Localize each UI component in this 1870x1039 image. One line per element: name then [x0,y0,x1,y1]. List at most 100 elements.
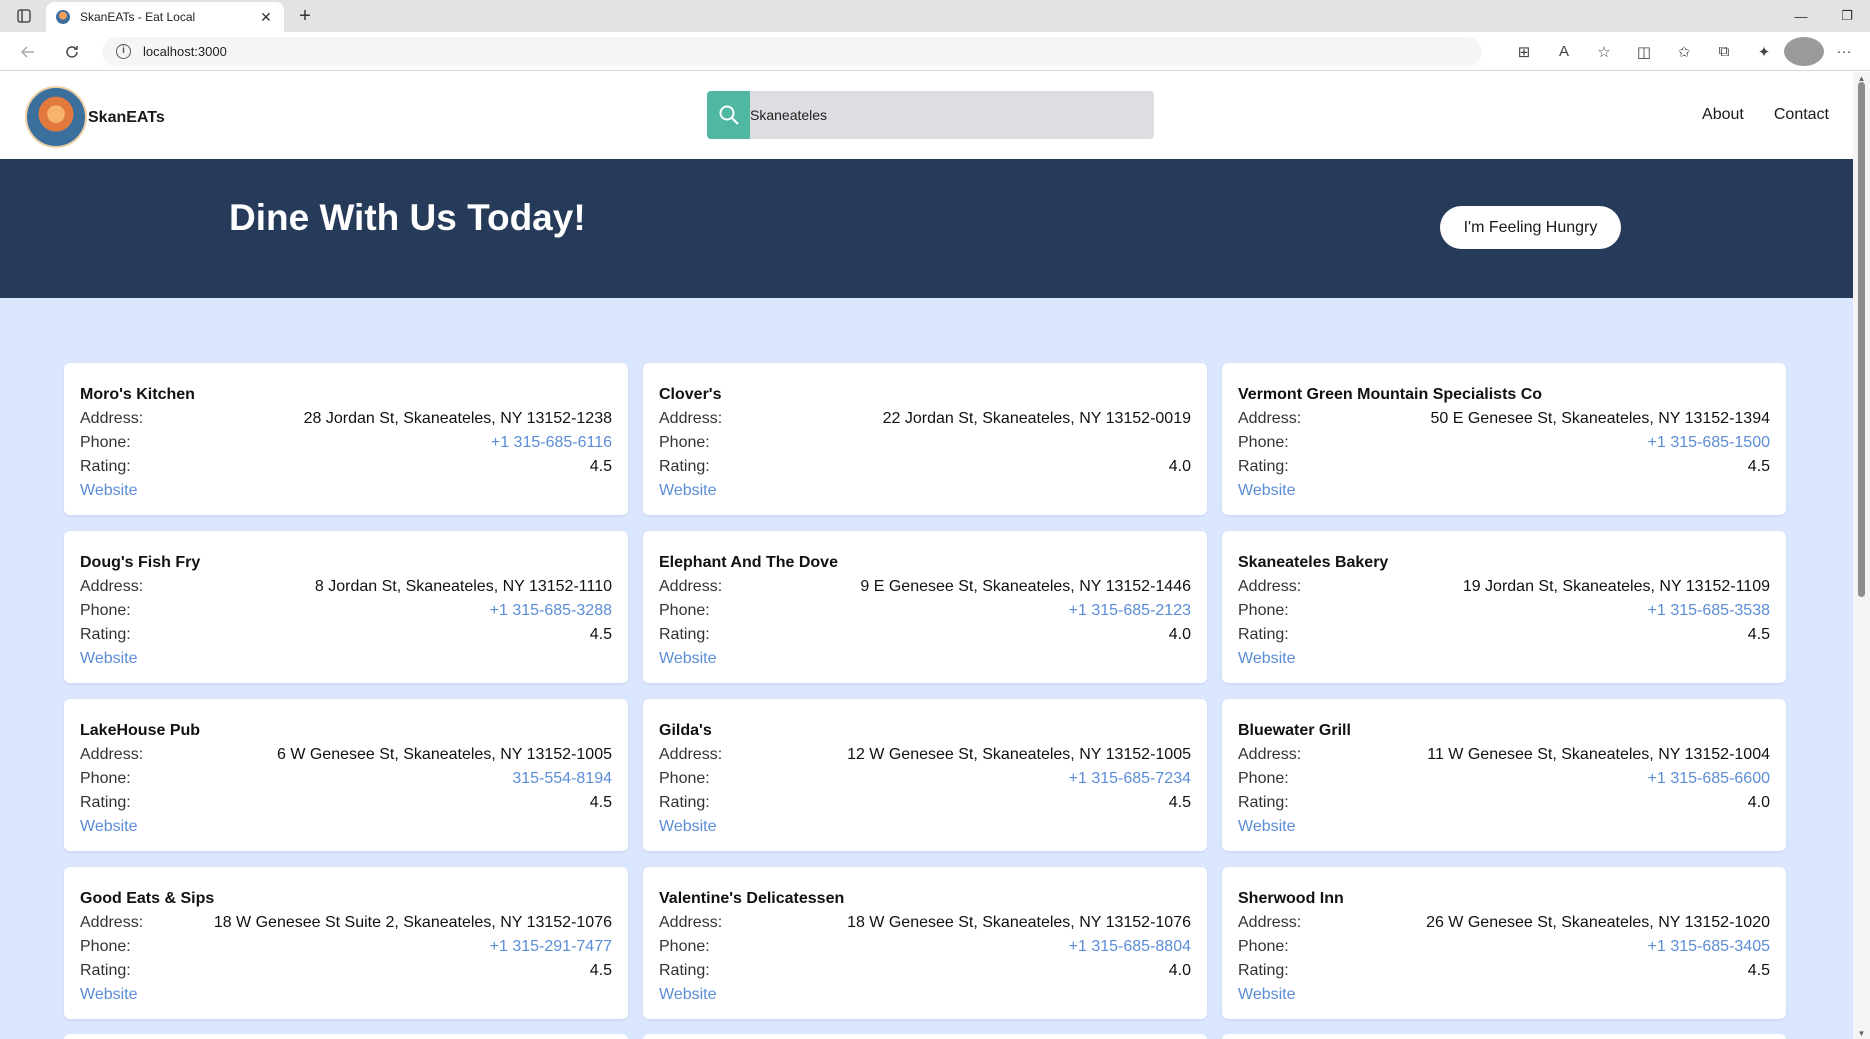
url-text: localhost:3000 [143,44,227,59]
address-value: 9 E Genesee St, Skaneateles, NY 13152-14… [860,578,1191,595]
rating-row: Rating: 4.0 [659,455,1191,479]
read-aloud-icon[interactable]: A [1544,37,1584,66]
phone-link[interactable]: +1 315-685-3405 [1648,935,1770,959]
phone-label: Phone: [80,602,131,619]
address-value: 26 W Genesee St, Skaneateles, NY 13152-1… [1426,914,1770,931]
search-input[interactable] [750,91,1154,139]
logo-text[interactable]: SkanEATs [88,109,165,127]
restaurant-card: Clover's Address: 22 Jordan St, Skaneate… [643,363,1207,515]
tab-close-icon[interactable]: ✕ [258,9,274,26]
rating-label: Rating: [80,794,131,811]
phone-label: Phone: [1238,434,1289,451]
address-row: Address: 12 W Genesee St, Skaneateles, N… [659,743,1191,767]
rating-row: Rating: 4.5 [1238,959,1770,983]
website-link[interactable]: Website [659,479,717,503]
nav-about-link[interactable]: About [1702,106,1744,124]
phone-row: Phone: [659,431,1191,455]
favorites-icon[interactable]: ✩ [1664,37,1704,66]
browser-tab-bar: SkanEATs - Eat Local ✕ + — ❐ [0,0,1870,32]
website-link[interactable]: Website [659,647,717,671]
split-screen-icon[interactable]: ◫ [1624,37,1664,66]
phone-link[interactable]: +1 315-685-1500 [1648,431,1770,455]
extensions-icon[interactable]: ✦ [1744,37,1784,66]
address-row: Address: 28 Jordan St, Skaneateles, NY 1… [80,407,612,431]
phone-link[interactable]: +1 315-685-7234 [1069,767,1191,791]
rating-row: Rating: 4.5 [659,791,1191,815]
scroll-up-icon[interactable]: ▲ [1856,74,1867,83]
tab-actions-icon[interactable] [10,5,38,27]
logo-icon[interactable] [25,86,87,148]
website-link[interactable]: Website [1238,983,1296,1007]
search-button[interactable] [707,91,750,139]
website-link[interactable]: Website [659,815,717,839]
restaurant-name: Doug's Fish Fry [80,554,201,571]
phone-row: Phone: +1 315-685-3288 [80,599,612,623]
restaurant-card-partial [1222,1034,1786,1039]
address-row: Address: 50 E Genesee St, Skaneateles, N… [1238,407,1770,431]
phone-row: Phone: +1 315-685-3405 [1238,935,1770,959]
rating-value: 4.0 [1168,626,1191,643]
window-controls: — ❐ [1778,0,1870,32]
phone-link[interactable]: +1 315-291-7477 [490,935,612,959]
phone-link[interactable]: 315-554-8194 [512,767,612,791]
favorite-star-icon[interactable]: ☆ [1584,37,1624,66]
phone-row: Phone: +1 315-685-6116 [80,431,612,455]
phone-row: Phone: +1 315-685-2123 [659,599,1191,623]
rating-value: 4.5 [1747,626,1770,643]
restore-icon[interactable]: ❐ [1824,0,1870,32]
website-link[interactable]: Website [1238,815,1296,839]
phone-label: Phone: [659,938,710,955]
phone-label: Phone: [1238,770,1289,787]
website-link[interactable]: Website [80,815,138,839]
back-icon[interactable] [14,38,42,66]
collections-icon[interactable]: ⧉ [1704,37,1744,66]
rating-value: 4.5 [1747,458,1770,475]
website-link[interactable]: Website [659,983,717,1007]
phone-link[interactable]: +1 315-685-2123 [1069,599,1191,623]
address-label: Address: [1238,410,1302,427]
website-link[interactable]: Website [80,479,138,503]
address-label: Address: [659,410,723,427]
website-link[interactable]: Website [1238,647,1296,671]
website-link[interactable]: Website [1238,479,1296,503]
rating-label: Rating: [1238,962,1289,979]
nav-contact-link[interactable]: Contact [1774,106,1829,124]
website-link[interactable]: Website [80,983,138,1007]
rating-row: Rating: 4.5 [80,623,612,647]
restaurant-card: Sherwood Inn Address: 26 W Genesee St, S… [1222,867,1786,1019]
address-row: Address: 6 W Genesee St, Skaneateles, NY… [80,743,612,767]
address-value: 18 W Genesee St, Skaneateles, NY 13152-1… [847,914,1191,931]
phone-link[interactable]: +1 315-685-6600 [1648,767,1770,791]
rating-row: Rating: 4.5 [80,791,612,815]
address-label: Address: [80,578,144,595]
phone-link[interactable]: +1 315-685-6116 [491,431,612,455]
address-label: Address: [80,914,144,931]
phone-label: Phone: [80,938,131,955]
page-scrollbar[interactable]: ▲ ▼ [1853,72,1870,1039]
rating-label: Rating: [1238,458,1289,475]
phone-row: Phone: 315-554-8194 [80,767,612,791]
more-options-icon[interactable]: ··· [1824,37,1864,66]
minimize-icon[interactable]: — [1778,0,1824,32]
new-tab-button[interactable]: + [292,4,318,28]
app-available-icon[interactable]: ⊞ [1504,37,1544,66]
phone-link[interactable]: +1 315-685-3538 [1648,599,1770,623]
scroll-down-icon[interactable]: ▼ [1856,1029,1867,1038]
hero-banner: Dine With Us Today! I'm Feeling Hungry [0,159,1853,298]
phone-row: Phone: +1 315-685-3538 [1238,599,1770,623]
scrollbar-thumb[interactable] [1858,82,1865,597]
restaurant-name: LakeHouse Pub [80,722,201,739]
phone-link[interactable]: +1 315-685-3288 [490,599,612,623]
address-row: Address: 9 E Genesee St, Skaneateles, NY… [659,575,1191,599]
profile-icon[interactable] [1784,37,1824,66]
url-bar[interactable]: i localhost:3000 [102,37,1482,66]
feeling-hungry-button[interactable]: I'm Feeling Hungry [1440,206,1621,249]
website-link[interactable]: Website [80,647,138,671]
refresh-icon[interactable] [58,38,86,66]
browser-tab[interactable]: SkanEATs - Eat Local ✕ [46,2,284,32]
phone-row: Phone: +1 315-685-1500 [1238,431,1770,455]
site-info-icon[interactable]: i [116,44,131,59]
address-label: Address: [80,746,144,763]
browser-address-bar: i localhost:3000 ⊞ A ☆ ◫ ✩ ⧉ ✦ ··· [0,32,1870,71]
phone-link[interactable]: +1 315-685-8804 [1069,935,1191,959]
